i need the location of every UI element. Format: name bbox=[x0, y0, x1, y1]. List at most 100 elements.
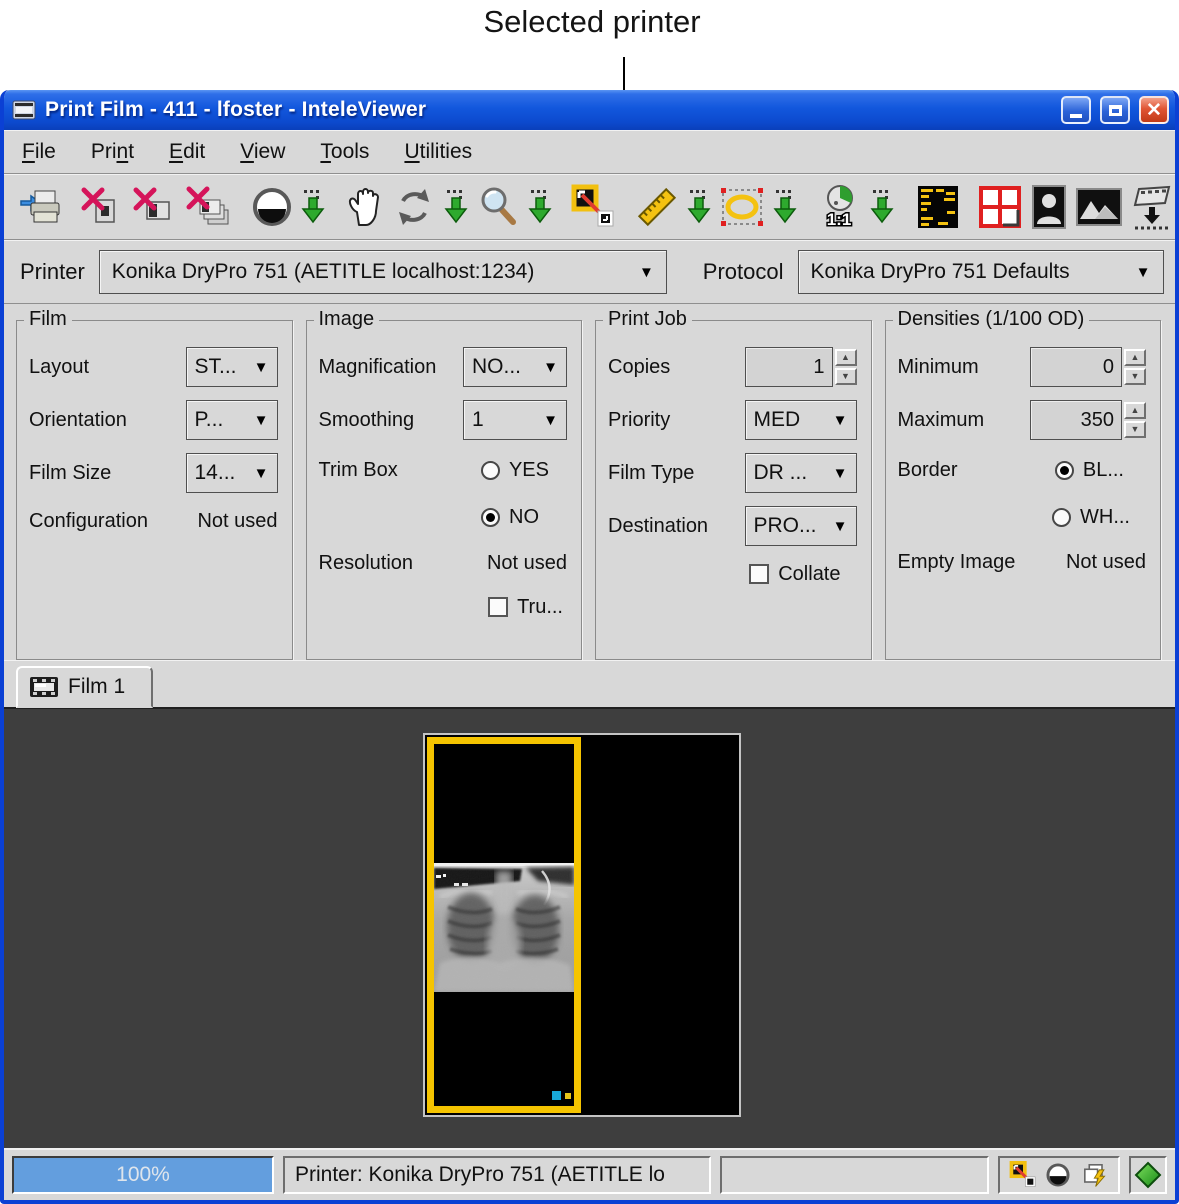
ellipse-roi-menu-icon[interactable] bbox=[768, 184, 802, 230]
svg-text:1:1: 1:1 bbox=[827, 210, 852, 229]
menu-file[interactable]: File bbox=[22, 140, 56, 164]
configuration-label: Configuration bbox=[29, 510, 148, 533]
title-bar[interactable]: Print Film - 411 - lfoster - InteleViewe… bbox=[4, 90, 1175, 130]
menu-print[interactable]: Print bbox=[91, 140, 134, 164]
configuration-value: Not used bbox=[197, 510, 277, 533]
maximum-down-button[interactable]: ▼ bbox=[1124, 421, 1146, 438]
priority-dropdown[interactable]: MED▼ bbox=[745, 400, 857, 440]
chest-xray-image bbox=[434, 863, 574, 992]
printer-label: Printer bbox=[20, 259, 85, 285]
film-tab-bar: Film 1 bbox=[4, 660, 1175, 707]
window-level-icon[interactable] bbox=[248, 183, 296, 231]
film-size-label: Film Size bbox=[29, 462, 111, 485]
clear-film-icon[interactable] bbox=[129, 183, 177, 231]
minimum-stepper[interactable]: 0▲▼ bbox=[1030, 347, 1146, 387]
destination-dropdown[interactable]: PRO...▼ bbox=[745, 506, 857, 546]
export-film-icon[interactable] bbox=[1129, 181, 1175, 233]
minimum-down-button[interactable]: ▼ bbox=[1124, 368, 1146, 385]
maximum-value: 350 bbox=[1030, 400, 1122, 440]
trim-yes-radio[interactable] bbox=[481, 461, 500, 480]
trim-no-radio[interactable] bbox=[481, 508, 500, 527]
film-type-label: Film Type bbox=[608, 462, 694, 485]
toolbar: 1:1 bbox=[4, 174, 1175, 240]
tab-film-1[interactable]: Film 1 bbox=[16, 666, 153, 708]
minimum-label: Minimum bbox=[898, 356, 979, 379]
callout-selected-printer: Selected printer bbox=[483, 4, 700, 40]
pointer-link-status-icon[interactable] bbox=[1009, 1161, 1037, 1189]
apply-stack-icon[interactable] bbox=[1080, 1161, 1110, 1189]
menu-tools[interactable]: Tools bbox=[320, 140, 369, 164]
maximize-button[interactable] bbox=[1100, 96, 1130, 124]
border-white-radio[interactable] bbox=[1052, 508, 1071, 527]
true-size-checkbox[interactable] bbox=[488, 597, 508, 617]
image-group: Image Magnification NO...▼ Smoothing 1▼ … bbox=[306, 320, 583, 660]
window-film-icon bbox=[12, 100, 36, 120]
copies-down-button[interactable]: ▼ bbox=[835, 368, 857, 385]
magnify-icon[interactable] bbox=[473, 183, 523, 231]
priority-label: Priority bbox=[608, 409, 670, 432]
printer-dropdown[interactable]: Konika DryPro 751 (AETITLE localhost:123… bbox=[99, 250, 667, 294]
protocol-value: Konika DryPro 751 Defaults bbox=[811, 260, 1070, 284]
toggle-overlays-icon[interactable] bbox=[914, 182, 962, 232]
copies-up-button[interactable]: ▲ bbox=[835, 349, 857, 366]
border-black-radio[interactable] bbox=[1055, 461, 1074, 480]
densities-group-title: Densities (1/100 OD) bbox=[893, 308, 1090, 331]
window-level-menu-icon[interactable] bbox=[296, 184, 330, 230]
pointer-link-icon[interactable] bbox=[568, 182, 618, 232]
minimize-button[interactable] bbox=[1061, 96, 1091, 124]
close-button[interactable]: ✕ bbox=[1139, 96, 1169, 124]
menu-edit[interactable]: Edit bbox=[169, 140, 205, 164]
refresh-menu-icon[interactable] bbox=[439, 184, 473, 230]
printer-bar: Printer Konika DryPro 751 (AETITLE local… bbox=[4, 240, 1175, 304]
chevron-down-icon: ▼ bbox=[1126, 264, 1151, 281]
printer-value: Konika DryPro 751 (AETITLE localhost:123… bbox=[112, 260, 535, 284]
resolution-value: Not used bbox=[487, 552, 567, 575]
image-mode-icon[interactable] bbox=[1073, 185, 1125, 229]
densities-group: Densities (1/100 OD) Minimum 0▲▼ Maximum… bbox=[885, 320, 1162, 660]
collate-checkbox[interactable] bbox=[749, 564, 769, 584]
empty-image-value: Not used bbox=[1066, 551, 1146, 574]
ellipse-roi-icon[interactable] bbox=[716, 183, 768, 231]
magnification-dropdown[interactable]: NO...▼ bbox=[463, 347, 567, 387]
menu-view[interactable]: View bbox=[240, 140, 285, 164]
maximum-stepper[interactable]: 350▲ ▼ bbox=[1030, 400, 1146, 440]
magnify-menu-icon[interactable] bbox=[523, 184, 557, 230]
film-preview-area bbox=[4, 707, 1175, 1148]
clear-image-icon[interactable] bbox=[77, 183, 125, 231]
smoothing-dropdown[interactable]: 1▼ bbox=[463, 400, 567, 440]
chevron-down-icon: ▼ bbox=[629, 264, 654, 281]
chevron-down-icon: ▼ bbox=[823, 465, 848, 482]
minimum-up-button[interactable]: ▲ bbox=[1124, 349, 1146, 366]
resolution-label: Resolution bbox=[319, 552, 414, 575]
clear-all-films-icon[interactable] bbox=[182, 183, 234, 231]
chevron-down-icon: ▼ bbox=[533, 412, 558, 429]
maximum-up-button[interactable]: ▲ bbox=[1124, 402, 1146, 419]
refresh-icon[interactable] bbox=[389, 183, 439, 231]
image-marker-cyan bbox=[552, 1091, 561, 1100]
chevron-down-icon: ▼ bbox=[533, 359, 558, 376]
copies-stepper[interactable]: 1▲▼ bbox=[745, 347, 857, 387]
ruler-icon[interactable] bbox=[632, 182, 682, 232]
protocol-dropdown[interactable]: Konika DryPro 751 Defaults ▼ bbox=[798, 250, 1164, 294]
layout-grid-icon[interactable] bbox=[976, 182, 1024, 232]
window-level-status-icon[interactable] bbox=[1045, 1162, 1071, 1188]
ruler-menu-icon[interactable] bbox=[682, 184, 716, 230]
orientation-dropdown[interactable]: P...▼ bbox=[186, 400, 278, 440]
film-strip-icon bbox=[30, 677, 58, 697]
status-connection-panel bbox=[1129, 1156, 1167, 1194]
empty-image-label: Empty Image bbox=[898, 551, 1016, 574]
trim-box-label: Trim Box bbox=[319, 459, 398, 482]
chevron-down-icon: ▼ bbox=[823, 412, 848, 429]
portrait-mode-icon[interactable] bbox=[1029, 182, 1069, 232]
print-film-icon[interactable] bbox=[16, 183, 66, 231]
smoothing-label: Smoothing bbox=[319, 409, 415, 432]
layout-dropdown[interactable]: ST...▼ bbox=[186, 347, 278, 387]
zoom-1-1-icon[interactable]: 1:1 bbox=[813, 181, 865, 233]
film-type-dropdown[interactable]: DR ...▼ bbox=[745, 453, 857, 493]
film-size-dropdown[interactable]: 14...▼ bbox=[186, 453, 278, 493]
menu-utilities[interactable]: Utilities bbox=[404, 140, 472, 164]
pan-icon[interactable] bbox=[341, 183, 389, 231]
film-cell-selected[interactable] bbox=[427, 737, 581, 1113]
film-cell-empty[interactable] bbox=[581, 735, 739, 1115]
zoom-1-1-menu-icon[interactable] bbox=[865, 184, 899, 230]
